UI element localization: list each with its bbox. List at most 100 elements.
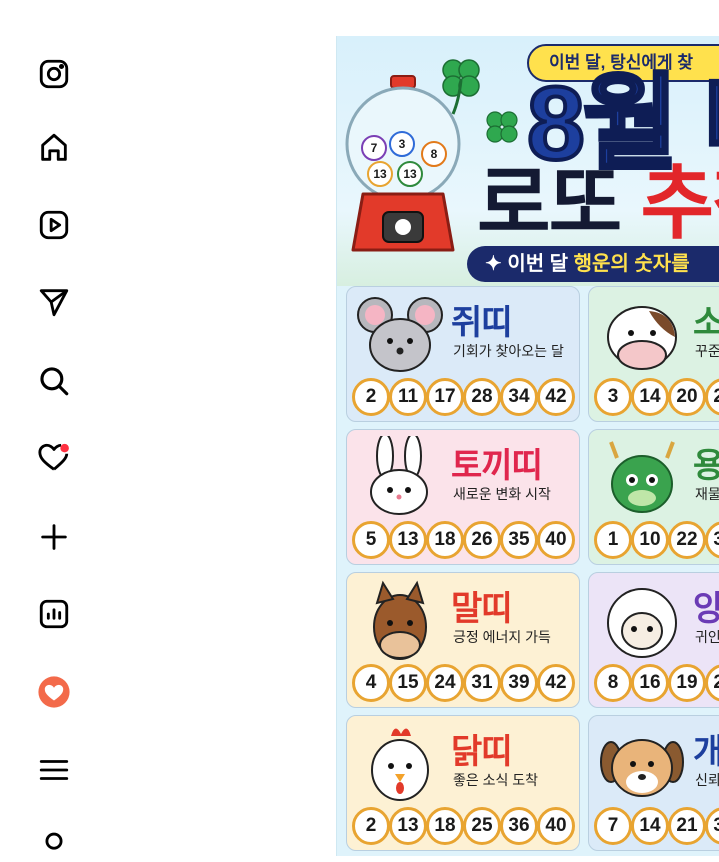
zodiac-card-mouse: 쥐띠 기회가 찾아오는 달 2 11 17 28 34 42 [346,286,580,422]
zodiac-card-rabbit: 토끼띠 새로운 변화 시작 5 13 18 26 35 40 [346,429,580,565]
messages-icon[interactable] [36,284,72,320]
horse-icon [373,580,427,660]
lotto-banner: 7 3 8 13 13 이번 달, 탕신에게 찾 8월 띠 로또 추첨 ✦ 이번… [337,36,719,286]
more-menu-icon[interactable] [36,752,72,788]
lotto-title-red: 추첨 [640,159,719,248]
subtitle-prefix: ✦ 이번 달 [485,253,574,275]
lucky-number-ball: 20 [668,378,706,416]
lucky-number-ball: 25 [705,378,719,416]
lotto-title-dark: 로또 [477,159,641,248]
lucky-number-ball: 21 [668,807,706,845]
lucky-number-ball: 31 [463,664,501,702]
zodiac-card-cow: 소띠꾸준 3142025 [588,286,719,422]
zodiac-description: 재물 [695,486,719,502]
lucky-number-ball: 22 [668,521,706,559]
zodiac-name: 소띠 [693,295,719,344]
zodiac-name: 닭띠 [451,733,513,771]
lucky-number-ball: 4 [352,664,390,702]
lucky-number-ball: 28 [463,378,501,416]
rabbit-icon [370,436,428,515]
sheep-icon [607,588,677,658]
lucky-number-ball: 3 [594,378,632,416]
cow-icon [607,306,677,370]
zodiac-card-dog: 개띠신뢰 7142130 [588,715,719,851]
notifications-icon[interactable] [36,440,72,476]
banner-subtitle: ✦ 이번 달 행운의 숫자를 [467,246,719,282]
lucky-number-ball: 39 [500,664,538,702]
lucky-number-ball: 11 [389,378,427,416]
zodiac-name: 개띠 [693,724,719,773]
zodiac-card-dragon: 용띠재물 1102236 [588,429,719,565]
zodiac-card-chicken: 닭띠 좋은 소식 도착 2 13 18 25 36 40 [346,715,580,851]
gumball-ball: 3 [389,131,415,157]
zodiac-card-sheep: 양띠귀인 8161927 [588,572,719,708]
zodiac-description: 신뢰 [695,772,719,788]
lucky-number-ball: 36 [705,521,719,559]
lucky-number-ball: 10 [631,521,669,559]
lucky-number-row: 7142130 [594,807,719,845]
instagram-logo-icon[interactable] [36,56,72,92]
lucky-number-ball: 27 [705,664,719,702]
lucky-number-ball: 17 [426,378,464,416]
home-icon[interactable] [36,130,72,166]
lucky-number-ball: 26 [463,521,501,559]
zodiac-card-horse: 말띠 긍정 에너지 가득 4 15 24 31 39 42 [346,572,580,708]
lucky-number-ball: 15 [389,664,427,702]
mouse-icon [357,297,443,372]
lucky-number-ball: 2 [352,807,390,845]
reels-icon[interactable] [36,207,72,243]
gumball-ball: 13 [367,161,393,187]
left-nav-sidebar [0,0,108,850]
subtitle-highlight: 행운의 숫자를 [573,253,690,275]
gumball-ball: 8 [421,141,447,167]
lucky-number-row: 3142025 [594,378,719,416]
chicken-icon [371,728,429,801]
zodiac-description: 긍정 에너지 가득 [453,629,551,645]
lucky-number-ball: 19 [668,664,706,702]
dragon-icon [609,441,675,513]
zodiac-name: 토끼띠 [451,447,543,485]
lucky-number-ball: 8 [594,664,632,702]
lucky-number-row: 4 15 24 31 39 42 [352,664,575,702]
zodiac-description: 새로운 변화 시작 [453,486,551,502]
lucky-number-ball: 30 [705,807,719,845]
lucky-number-ball: 14 [631,807,669,845]
zodiac-description: 귀인 [695,629,719,645]
lucky-number-row: 2 11 17 28 34 42 [352,378,575,416]
lucky-number-ball: 13 [389,807,427,845]
zodiac-description: 꾸준 [695,343,719,359]
lucky-number-ball: 24 [426,664,464,702]
lucky-number-ball: 14 [631,378,669,416]
lucky-number-ball: 13 [389,521,427,559]
lucky-number-ball: 34 [500,378,538,416]
lucky-number-row: 1102236 [594,521,719,559]
lucky-number-ball: 40 [537,807,575,845]
lucky-number-ball: 18 [426,521,464,559]
lucky-number-ball: 25 [463,807,501,845]
lucky-number-ball: 42 [537,664,575,702]
gumball-ball: 13 [397,161,423,187]
profile-avatar[interactable] [36,674,72,710]
clover-small-icon [486,111,518,143]
banner-lotto-title: 로또 추첨 [477,164,719,244]
create-icon[interactable] [36,519,72,555]
search-icon[interactable] [36,363,72,399]
lucky-number-ball: 5 [352,521,390,559]
lucky-number-ball: 2 [352,378,390,416]
lucky-number-row: 8161927 [594,664,719,702]
lucky-number-ball: 7 [594,807,632,845]
gumball-balls: 7 3 8 13 13 [357,131,467,221]
lucky-number-ball: 42 [537,378,575,416]
post-image[interactable]: 7 3 8 13 13 이번 달, 탕신에게 찾 8월 띠 로또 추첨 ✦ 이번… [336,36,719,856]
dog-icon [600,739,684,797]
lucky-number-row: 2 13 18 25 36 40 [352,807,575,845]
lucky-number-ball: 16 [631,664,669,702]
lucky-number-ball: 1 [594,521,632,559]
dashboard-icon[interactable] [36,596,72,632]
threads-icon[interactable] [36,826,72,862]
lucky-number-ball: 36 [500,807,538,845]
zodiac-description: 좋은 소식 도착 [453,772,539,788]
zodiac-name: 양띠 [693,581,719,630]
zodiac-name: 말띠 [451,590,513,628]
zodiac-description: 기회가 찾아오는 달 [453,343,564,359]
